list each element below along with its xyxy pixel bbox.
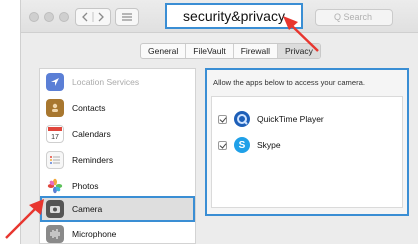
show-all-button[interactable] (115, 8, 139, 26)
grid-icon (122, 13, 132, 21)
contacts-book-icon (46, 99, 64, 117)
sidebar-item-camera[interactable]: Camera (40, 196, 195, 222)
app-name: Skype (257, 140, 281, 150)
app-list: QuickTime Player S Skype (211, 96, 403, 208)
photos-flower-icon (46, 177, 64, 195)
reminders-list-icon (46, 151, 64, 169)
privacy-category-list: Location Services Contacts 17 Calendars … (39, 68, 196, 244)
sidebar-item-contacts[interactable]: Contacts (40, 95, 195, 121)
close-window-button[interactable] (29, 12, 39, 22)
titlebar: security&privacy Q Search (21, 0, 418, 33)
sidebar-item-label: Contacts (72, 103, 106, 113)
sidebar-item-label: Reminders (72, 155, 114, 165)
tab-privacy[interactable]: Privacy (277, 44, 320, 58)
camera-icon (46, 200, 64, 218)
sidebar-item-label: Photos (72, 181, 99, 191)
skype-icon: S (234, 137, 250, 153)
panel-description: Allow the apps below to access your came… (213, 78, 365, 87)
sidebar-item-label: Microphone (72, 229, 117, 239)
calendar-icon: 17 (46, 125, 64, 143)
search-input[interactable]: Q Search (315, 9, 393, 26)
back-forward-chevrons-icon (82, 12, 104, 22)
microphone-icon (46, 225, 64, 243)
tab-general[interactable]: General (141, 44, 187, 58)
svg-text:17: 17 (51, 134, 59, 141)
window-title: security&privacy (165, 3, 303, 29)
search-placeholder: Q Search (334, 12, 373, 22)
app-row-skype: S Skype (218, 135, 281, 155)
back-forward-buttons[interactable] (75, 8, 111, 26)
app-row-quicktime: QuickTime Player (218, 109, 324, 129)
quicktime-icon (234, 111, 250, 127)
sidebar-item-label: Calendars (72, 129, 111, 139)
sidebar-item-location-services[interactable]: Location Services (40, 69, 195, 95)
location-arrow-icon (46, 73, 64, 91)
skype-checkbox[interactable] (218, 140, 227, 150)
sidebar-item-calendars[interactable]: 17 Calendars (40, 121, 195, 147)
preferences-window: security&privacy Q Search General FileVa… (20, 0, 418, 244)
app-name: QuickTime Player (257, 114, 324, 124)
sidebar-item-microphone[interactable]: Microphone (40, 221, 195, 244)
tab-bar: General FileVault Firewall Privacy (140, 43, 321, 59)
sidebar-item-label: Location Services (72, 77, 140, 87)
tab-filevault[interactable]: FileVault (186, 44, 234, 58)
quicktime-checkbox[interactable] (218, 114, 227, 124)
tab-firewall[interactable]: Firewall (234, 44, 278, 58)
minimize-window-button[interactable] (44, 12, 54, 22)
camera-access-panel: Allow the apps below to access your came… (205, 68, 409, 216)
zoom-window-button[interactable] (59, 12, 69, 22)
sidebar-item-reminders[interactable]: Reminders (40, 147, 195, 173)
sidebar-item-label: Camera (72, 204, 103, 214)
